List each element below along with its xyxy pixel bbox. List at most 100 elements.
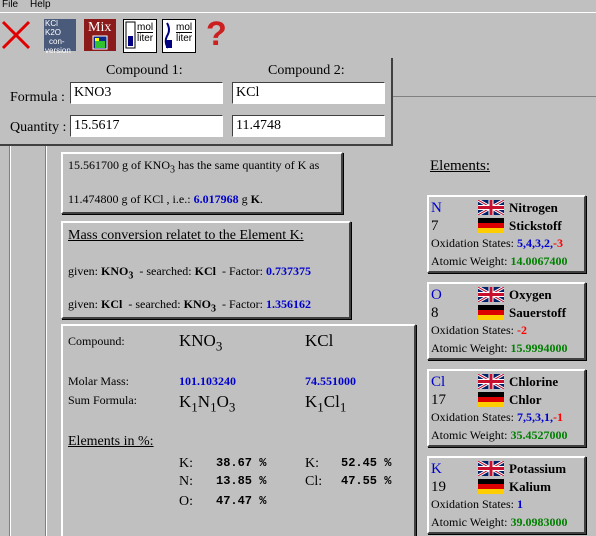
compound2-pct-value-cl: 47.55 % [341,474,392,488]
elements-percent-label: Elements in %: [68,434,154,449]
formula2-input[interactable]: KCl [232,82,385,104]
atomic-weight-value: 14.0067400 [510,254,568,268]
menu-help[interactable]: Help [30,0,51,10]
close-icon [1,20,31,50]
element-symbol: K [431,461,442,477]
liter-label: liter [176,32,193,44]
element-card-oxygen: O 8 Oxygen Sauerstoff Oxidation States: -2 At… [427,282,586,360]
element-card-potassium: K 19 Potassium Kalium Oxidation States: 1 Ato… [427,456,586,534]
element-symbol: O [431,287,442,303]
atomic-weight-label: Atomic Weight: [431,341,511,355]
oxidation-label: Oxidation States: [431,410,517,424]
uk-flag-icon [477,285,505,304]
element-name-de: Kalium [509,479,551,494]
menu-bar: File Help [0,0,596,12]
compound2-name: KCl [305,331,334,350]
element-symbol: Cl [431,374,446,390]
frame-line [46,144,47,536]
compound-details-box: Compound: KNO3 KCl Molar Mass: 101.10324… [61,324,416,536]
german-flag-icon [478,305,504,320]
element-name-en: Chlorine [509,374,559,389]
frame-line [393,96,596,97]
compound2-molar-mass: 74.551000 [305,374,356,388]
element-name-de: Stickstoff [509,218,562,233]
compound-label: Compound: [68,334,125,348]
compound1-pct-value-n: 13.85 % [216,474,267,488]
compound1-header: Compound 1: [106,63,183,78]
compound2-sum-formula: K1Cl1 [305,392,347,415]
oxidation-positive: 1 [517,497,523,511]
compound1-molar-mass: 101.103240 [179,374,236,388]
oxidation-label: Oxidation States: [431,236,517,250]
atomic-weight: Atomic Weight: 39.0983000 [431,515,567,530]
close-button[interactable] [0,19,32,51]
quantity1-input[interactable]: 15.5617 [70,115,223,137]
conversion-icon: KCl K2O con- version [45,19,71,55]
compound2-pct-value-k: 52.45 % [341,456,392,470]
quantity2-input[interactable]: 11.4748 [232,115,385,137]
frame-line [10,144,11,536]
sum-formula-label: Sum Formula: [68,393,138,407]
mol-liter-button-1[interactable]: mol liter [123,19,157,53]
toolbar: KCl K2O con- version Mix mol liter mol l… [0,12,596,57]
compound1-pct-value-k: 38.67 % [216,456,267,470]
oxidation-states: Oxidation States: 1 [431,497,523,512]
formula1-input[interactable]: KNO3 [70,82,223,104]
result-box: 15.561700 g of KNO3 has the same quantit… [61,152,343,214]
compound1-name: KNO3 [179,331,223,354]
quantity-label: Quantity : [10,120,67,135]
compound2-header: Compound 2: [268,63,345,78]
atomic-weight-value: 35.4527000 [510,428,568,442]
mol-liter-button-2[interactable]: mol liter [162,19,196,53]
mix-button[interactable]: Mix [84,19,116,51]
compound1-pct-symbol-o: O: [179,494,193,509]
oxidation-label: Oxidation States: [431,497,517,511]
compound1-pct-symbol-k: K: [179,456,193,471]
help-button[interactable]: ? [202,15,234,53]
compound1-pct-symbol-n: N: [179,474,193,489]
mass-conversion-title: Mass conversion relatet to the Element K… [68,228,304,243]
atomic-weight: Atomic Weight: 35.4527000 [431,428,567,443]
oxidation-positive: 7,5,3,1, [517,410,553,424]
element-name-en: Potassium [509,461,567,476]
german-flag-icon [478,392,504,407]
question-icon: ? [206,15,227,53]
conversion-row-1: given: KNO3 - searched: KCl - Factor: 0.… [68,264,311,282]
input-panel: Compound 1: Compound 2: Formula : Quanti… [0,58,393,146]
atomic-weight-label: Atomic Weight: [431,254,511,268]
element-card-nitrogen: N 7 Nitrogen Stickstoff Oxidation States: 5,… [427,195,586,273]
liter-label: liter [137,32,154,44]
element-name-de: Sauerstoff [509,305,567,320]
element-name-en: Nitrogen [509,200,558,215]
compound2-pct-symbol-k: K: [305,456,319,471]
atomic-weight-value: 15.9994000 [510,341,568,355]
oxidation-negative: -3 [553,236,563,250]
compound2-pct-symbol-cl: Cl: [305,474,323,489]
conversion-row-2: given: KCl - searched: KNO3 - Factor: 1.… [68,297,311,315]
element-number: 8 [431,305,439,321]
uk-flag-icon [477,459,505,478]
element-number: 17 [431,392,446,408]
element-card-chlorine: Cl 17 Chlorine Chlor Oxidation States: 7,5,3… [427,369,586,447]
element-symbol: N [431,200,442,216]
oxidation-states: Oxidation States: 7,5,3,1,-1 [431,410,563,425]
oxidation-negative: -2 [517,323,527,337]
compound1-pct-value-o: 47.47 % [216,494,267,508]
element-name-de: Chlor [509,392,542,407]
atomic-weight: Atomic Weight: 15.9994000 [431,341,567,356]
atomic-weight-value: 39.0983000 [510,515,568,529]
atomic-weight-label: Atomic Weight: [431,515,511,529]
element-number: 7 [431,218,439,234]
atomic-weight: Atomic Weight: 14.0067400 [431,254,567,269]
conversion-button[interactable]: KCl K2O con- version [44,19,76,55]
formula-label: Formula : [10,90,65,105]
result-line-2: 11.474800 g of KCl , i.e.: 6.017968 g K. [68,192,263,206]
oxidation-states: Oxidation States: -2 [431,323,527,338]
uk-flag-icon [477,372,505,391]
oxidation-negative: -1 [553,410,563,424]
german-flag-icon [478,218,504,233]
beaker-icon [92,35,108,50]
menu-file[interactable]: File [2,0,18,10]
atomic-weight-label: Atomic Weight: [431,428,511,442]
german-flag-icon [478,479,504,494]
